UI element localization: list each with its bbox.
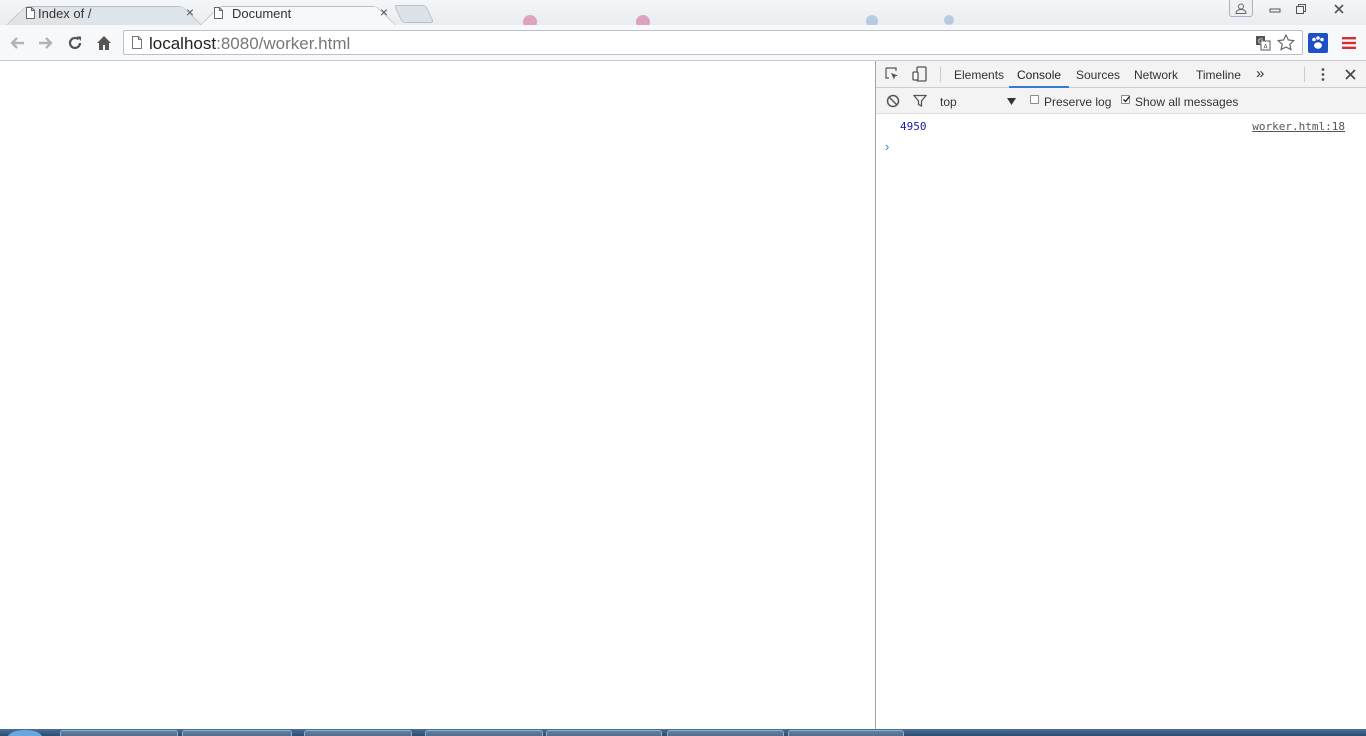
home-icon: [97, 36, 111, 50]
more-options-icon[interactable]: [1320, 67, 1326, 82]
toolbar-divider: [1304, 67, 1305, 82]
taskbar-item[interactable]: [667, 730, 784, 736]
filter-icon[interactable]: [913, 94, 927, 108]
tab-sources[interactable]: Sources: [1076, 68, 1120, 82]
clear-console-icon[interactable]: [886, 94, 900, 108]
more-tabs-chevron-icon[interactable]: »: [1256, 65, 1264, 82]
preserve-log-checkbox[interactable]: [1030, 95, 1039, 104]
star-icon[interactable]: [1277, 34, 1295, 51]
address-bar[interactable]: localhost:8080/worker.html GA: [123, 30, 1303, 55]
tab-timeline[interactable]: Timeline: [1196, 68, 1241, 82]
page-content: [0, 61, 875, 730]
show-all-messages-label: Show all messages: [1135, 95, 1239, 109]
preserve-log-label: Preserve log: [1044, 95, 1112, 109]
minimize-button[interactable]: [1264, 0, 1286, 18]
console-log-value: 4950: [900, 120, 927, 133]
dropdown-arrow-icon: [1007, 98, 1016, 105]
background-decoration: [944, 15, 954, 25]
close-icon[interactable]: ×: [186, 5, 194, 19]
console-prompt-icon[interactable]: ›: [885, 139, 889, 154]
taskbar-item[interactable]: [60, 730, 178, 736]
start-button[interactable]: [8, 730, 42, 736]
taskbar-item[interactable]: [425, 730, 543, 736]
tab-document[interactable]: Document ×: [200, 1, 396, 25]
console-message: 4950 worker.html:18: [876, 115, 1366, 137]
background-decoration: [523, 15, 537, 25]
tab-label: Document: [232, 6, 292, 21]
url-path: :8080/worker.html: [216, 34, 351, 53]
browser-toolbar: localhost:8080/worker.html GA: [0, 25, 1366, 61]
back-icon: [10, 37, 24, 49]
taskbar-item[interactable]: [546, 730, 662, 736]
document-icon: [26, 7, 35, 19]
extension-paw-icon: [1307, 32, 1328, 53]
window-close-button[interactable]: [1328, 0, 1350, 18]
document-icon: [214, 7, 223, 19]
show-all-messages-checkbox[interactable]: [1121, 95, 1131, 104]
background-decoration: [866, 15, 878, 25]
os-taskbar: [0, 729, 1366, 736]
checkmark-icon: [1123, 96, 1131, 103]
reload-icon: [68, 36, 82, 50]
device-mode-icon[interactable]: [912, 66, 928, 82]
minimize-icon: [1269, 8, 1281, 13]
tab-elements[interactable]: Elements: [954, 68, 1004, 82]
devtools-tab-bar: Elements Console Sources Network Timelin…: [876, 61, 1366, 88]
chrome-menu-button[interactable]: [1339, 33, 1359, 53]
page-icon: [132, 36, 142, 49]
tab-console[interactable]: Console: [1017, 68, 1061, 82]
browser-tab-strip: Index of / × Document ×: [0, 0, 1366, 25]
home-button[interactable]: [94, 33, 114, 53]
reload-button[interactable]: [65, 33, 85, 53]
restore-button[interactable]: [1290, 0, 1312, 18]
close-icon: [1334, 4, 1344, 14]
forward-icon: [39, 37, 53, 49]
translate-icon[interactable]: GA: [1255, 35, 1271, 51]
user-icon: [1235, 3, 1247, 14]
restore-icon: [1296, 4, 1306, 14]
toolbar-divider: [940, 67, 941, 82]
taskbar-item[interactable]: [304, 730, 412, 736]
menu-icon: [1342, 37, 1356, 49]
tab-index-of[interactable]: Index of / ×: [6, 1, 202, 25]
background-decoration: [636, 15, 650, 25]
new-tab-button[interactable]: [393, 5, 435, 23]
console-source-link[interactable]: worker.html:18: [1252, 120, 1345, 133]
taskbar-item[interactable]: [182, 730, 292, 736]
close-icon[interactable]: ×: [380, 5, 388, 19]
context-selector[interactable]: top: [936, 91, 1021, 111]
context-value: top: [940, 95, 957, 109]
tab-label: Index of /: [38, 6, 92, 21]
back-button[interactable]: [7, 33, 27, 53]
extension-paw-button[interactable]: [1307, 32, 1328, 53]
console-filter-bar: top Preserve log Show all messages: [876, 88, 1366, 114]
taskbar-item[interactable]: [788, 730, 904, 736]
devtools-panel: Elements Console Sources Network Timelin…: [875, 61, 1366, 730]
inspect-element-icon[interactable]: [885, 67, 900, 82]
url-host: localhost: [149, 34, 217, 53]
user-button[interactable]: [1229, 0, 1253, 17]
close-icon[interactable]: [1345, 69, 1356, 80]
tab-network[interactable]: Network: [1134, 68, 1178, 82]
url-text: localhost:8080/worker.html: [149, 34, 350, 54]
forward-button[interactable]: [36, 33, 56, 53]
